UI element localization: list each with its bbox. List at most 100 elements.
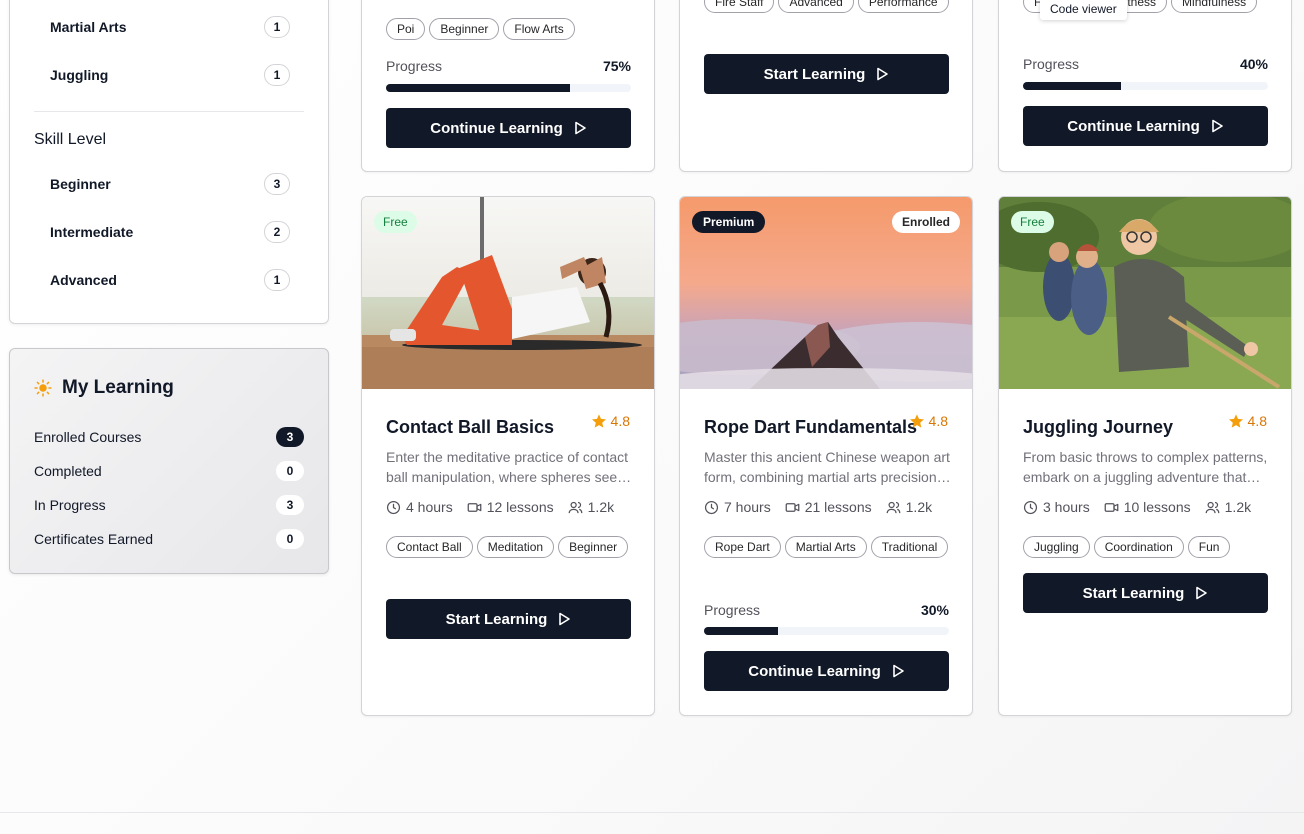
- button-label: Start Learning: [1082, 584, 1185, 602]
- stat-in-progress: In Progress 3: [34, 494, 304, 516]
- clock-icon: [1023, 500, 1038, 514]
- category-juggling[interactable]: Juggling 1: [50, 63, 290, 87]
- count-badge: 3: [264, 173, 290, 195]
- course-title[interactable]: Contact Ball Basics: [386, 417, 554, 438]
- play-icon: [1211, 119, 1223, 133]
- duration-value: 7 hours: [724, 499, 771, 515]
- skill-level-heading: Skill Level: [34, 131, 107, 148]
- skill-beginner[interactable]: Beginner 3: [50, 172, 290, 196]
- tag-list: Contact Ball Meditation Beginner: [386, 536, 636, 558]
- skill-advanced[interactable]: Advanced 1: [50, 268, 290, 292]
- stat-label: Completed: [34, 463, 102, 479]
- duration: 7 hours: [704, 499, 771, 515]
- students: 1.2k: [568, 499, 614, 515]
- stat-completed: Completed 0: [34, 460, 304, 482]
- lessons: 10 lessons: [1104, 499, 1191, 515]
- course-meta: 4 hours 12 lessons 1.2k: [386, 499, 614, 515]
- tag: Mindfulness: [1171, 0, 1258, 13]
- category-martial-arts[interactable]: Martial Arts 1: [50, 15, 290, 39]
- progress-bar: [704, 627, 949, 635]
- continue-learning-button[interactable]: Continue Learning: [386, 108, 631, 148]
- stat-certificates: Certificates Earned 0: [34, 528, 304, 550]
- lessons: 12 lessons: [467, 499, 554, 515]
- course-thumbnail: Free: [999, 197, 1291, 389]
- tag: Performance: [857, 0, 949, 13]
- skill-label: Intermediate: [50, 224, 134, 240]
- code-viewer-tooltip: Code viewer: [1040, 0, 1127, 20]
- tag: Fun: [1187, 536, 1231, 558]
- rating: 4.8: [591, 413, 630, 429]
- course-title[interactable]: Juggling Journey: [1023, 417, 1173, 438]
- progress-label-row: Progress 40%: [1023, 56, 1268, 72]
- continue-learning-button[interactable]: Continue Learning: [1023, 106, 1268, 146]
- lessons-value: 21 lessons: [804, 499, 872, 515]
- tag-list: Rope Dart Martial Arts Traditional: [704, 536, 954, 558]
- course-card-juggling[interactable]: Free Juggling Journey 4.8 From basic thr…: [998, 196, 1292, 716]
- tag-list: Poi Beginner Flow Arts: [386, 18, 636, 40]
- button-label: Continue Learning: [1067, 117, 1200, 135]
- tag: Contact Ball: [386, 536, 473, 558]
- start-learning-button[interactable]: Start Learning: [704, 54, 949, 94]
- course-meta: 3 hours 10 lessons 1.2k: [1023, 499, 1251, 515]
- users-icon: [568, 501, 583, 513]
- students: 1.2k: [886, 499, 932, 515]
- tag: Flow Arts: [503, 18, 575, 40]
- rating-value: 4.8: [1247, 413, 1267, 429]
- video-icon: [1104, 502, 1119, 512]
- stat-enrolled: Enrolled Courses 3: [34, 426, 304, 448]
- rating-value: 4.8: [928, 413, 948, 429]
- students-value: 1.2k: [1224, 499, 1252, 515]
- course-description: From basic throws to complex patterns, e…: [1023, 449, 1268, 485]
- star-icon: [1228, 414, 1243, 428]
- button-label: Continue Learning: [430, 119, 563, 137]
- video-icon: [467, 502, 482, 512]
- tag: Advanced: [778, 0, 854, 13]
- skill-intermediate[interactable]: Intermediate 2: [50, 220, 290, 244]
- course-card: F Fitness Mindfulness Progress 40% Conti…: [998, 0, 1292, 172]
- progress-label-row: Progress 30%: [704, 602, 949, 618]
- my-learning-title: My Learning: [62, 377, 174, 398]
- users-icon: [886, 501, 901, 513]
- button-label: Start Learning: [763, 65, 866, 83]
- progress-fill: [1023, 82, 1121, 90]
- stat-label: Certificates Earned: [34, 531, 154, 547]
- tag: Coordination: [1093, 536, 1184, 558]
- tag: Beginner: [429, 18, 500, 40]
- course-card-contact-ball[interactable]: Free Contact Ball Basics 4.8 Enter the m…: [361, 196, 655, 716]
- tag: Poi: [386, 18, 426, 40]
- course-thumbnail: Free: [362, 197, 654, 389]
- star-icon: [909, 414, 924, 428]
- category-label: Juggling: [50, 67, 109, 83]
- tag: Beginner: [558, 536, 629, 558]
- students-value: 1.2k: [587, 499, 615, 515]
- tag-list: Fire Staff Advanced Performance: [704, 0, 954, 13]
- duration-value: 3 hours: [1043, 499, 1090, 515]
- course-card-rope-dart[interactable]: Premium Enrolled Rope Dart Fundamentals …: [679, 196, 973, 716]
- play-icon: [559, 612, 571, 626]
- progress-bar: [1023, 82, 1268, 90]
- students-value: 1.2k: [905, 499, 933, 515]
- stat-value: 3: [276, 495, 304, 515]
- filter-panel: Martial Arts 1 Juggling 1 Skill Level Be…: [9, 0, 329, 324]
- free-badge: Free: [374, 211, 417, 233]
- lessons-value: 10 lessons: [1123, 499, 1191, 515]
- my-learning-panel: My Learning Enrolled Courses 3 Completed…: [9, 348, 329, 574]
- count-badge: 1: [264, 16, 290, 38]
- tag-list: Juggling Coordination Fun: [1023, 536, 1273, 558]
- course-card: Poi Beginner Flow Arts Progress 75% Cont…: [361, 0, 655, 172]
- rating-value: 4.8: [610, 413, 630, 429]
- lessons-value: 12 lessons: [486, 499, 554, 515]
- course-title[interactable]: Rope Dart Fundamentals: [704, 417, 917, 438]
- stat-label: In Progress: [34, 497, 106, 513]
- progress-label: Progress: [704, 602, 761, 618]
- start-learning-button[interactable]: Start Learning: [1023, 573, 1268, 613]
- course-description: Master this ancient Chinese weapon art f…: [704, 449, 950, 485]
- progress-bar: [386, 84, 631, 92]
- course-card: Fire Staff Advanced Performance Start Le…: [679, 0, 973, 172]
- play-icon: [574, 121, 586, 135]
- video-icon: [785, 502, 800, 512]
- start-learning-button[interactable]: Start Learning: [386, 599, 631, 639]
- divider: [34, 111, 304, 112]
- continue-learning-button[interactable]: Continue Learning: [704, 651, 949, 691]
- rating: 4.8: [909, 413, 948, 429]
